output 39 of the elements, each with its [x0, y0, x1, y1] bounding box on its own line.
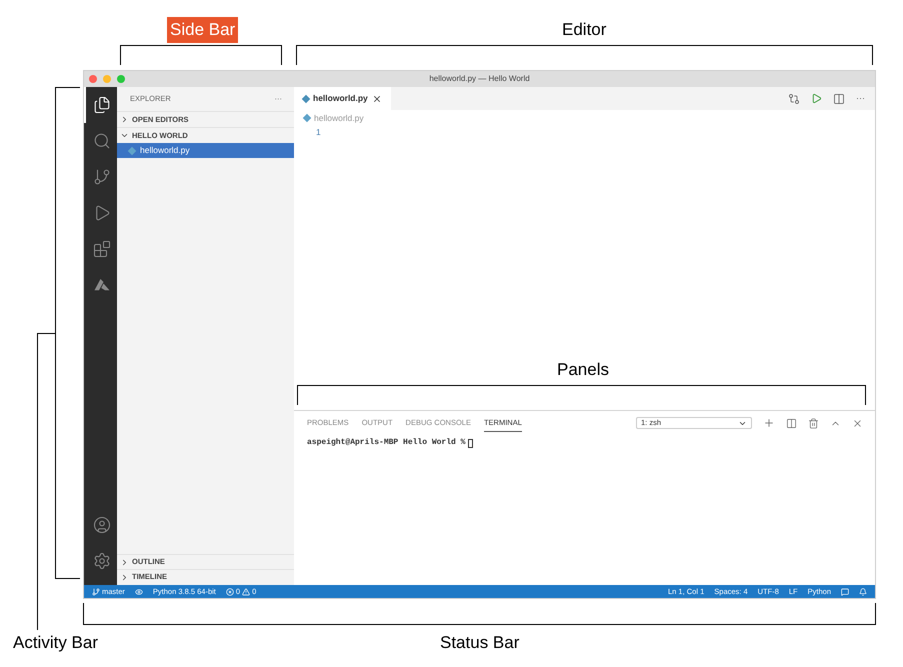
python-file-icon	[302, 114, 312, 122]
branch-icon	[92, 168, 110, 186]
files-icon	[92, 96, 110, 114]
annotation-label: Status Bar	[440, 632, 520, 654]
file-item[interactable]: helloworld.py	[117, 143, 294, 158]
breadcrumb[interactable]: helloworld.py	[314, 112, 364, 124]
warning-icon	[242, 588, 250, 596]
python-file-icon	[128, 146, 136, 155]
python-file-icon	[302, 94, 310, 103]
more-actions-button[interactable]: ···	[856, 92, 865, 106]
trash-icon[interactable]	[808, 418, 819, 428]
editor-tab[interactable]: helloworld.py	[294, 87, 391, 110]
split-editor-icon[interactable]	[833, 92, 845, 104]
annotation-label: Panels	[557, 359, 609, 381]
compare-icon[interactable]	[788, 92, 800, 104]
extensions-icon	[92, 240, 110, 258]
split-terminal-icon[interactable]	[786, 418, 797, 428]
new-terminal-icon[interactable]	[763, 417, 775, 429]
account-icon	[92, 516, 110, 534]
close-icon[interactable]	[852, 418, 863, 428]
settings-icon	[92, 552, 110, 570]
chevron-down-icon	[120, 131, 129, 140]
terminal-prompt: aspeight@Aprils-MBP Hello World %	[307, 437, 466, 449]
annotation-label: Editor	[562, 19, 606, 41]
window-title: helloworld.py — Hello World	[429, 73, 530, 85]
close-window-button[interactable]	[89, 75, 97, 83]
annotation-label: Side Bar	[167, 17, 238, 43]
feedback-icon[interactable]	[841, 588, 849, 596]
line-number: 1	[315, 126, 322, 138]
annotation-label: Activity Bar	[13, 632, 98, 654]
search-icon	[92, 132, 110, 150]
terminal-cursor	[468, 438, 474, 448]
close-icon[interactable]	[372, 94, 382, 104]
bell-icon[interactable]	[859, 588, 867, 596]
chevron-right-icon	[120, 115, 129, 124]
eye-icon[interactable]	[134, 588, 143, 596]
branch-icon	[92, 588, 100, 596]
run-icon[interactable]	[811, 93, 822, 104]
error-icon	[226, 588, 234, 596]
